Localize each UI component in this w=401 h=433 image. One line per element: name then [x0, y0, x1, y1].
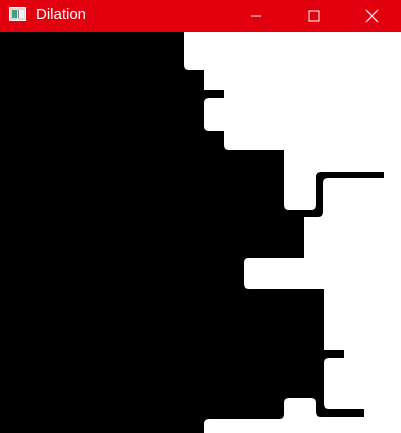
window-title: Dilation	[36, 6, 87, 23]
minimize-icon	[251, 15, 261, 17]
title-bar[interactable]: Dilation	[0, 0, 401, 32]
app-icon-left-pane	[12, 10, 17, 18]
app-icon	[9, 7, 26, 21]
minimize-button[interactable]	[227, 0, 285, 32]
close-icon	[365, 9, 379, 23]
dilated-image	[0, 32, 401, 433]
dilation-window: Dilation	[0, 0, 401, 433]
close-button[interactable]	[343, 0, 401, 32]
app-icon-right-pane	[18, 10, 24, 18]
maximize-button[interactable]	[285, 0, 343, 32]
image-canvas	[0, 32, 401, 433]
maximize-icon	[308, 10, 320, 22]
